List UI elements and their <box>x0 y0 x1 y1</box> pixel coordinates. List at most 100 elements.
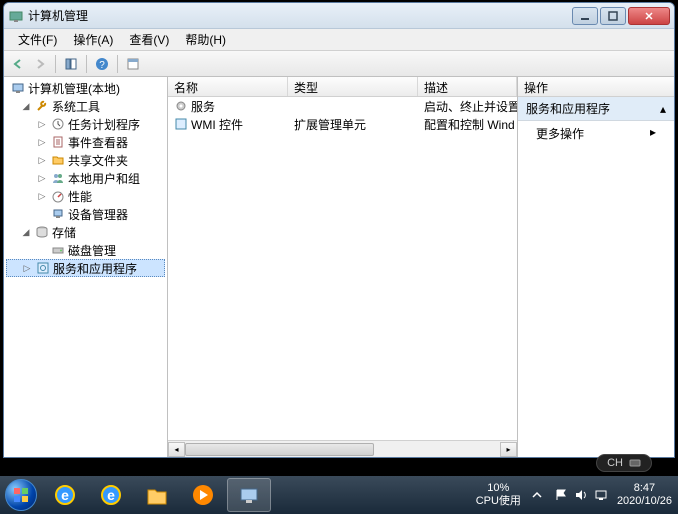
expand-icon[interactable]: ▷ <box>21 263 33 274</box>
clock-icon <box>50 116 66 132</box>
tree-label: 性能 <box>68 188 92 205</box>
tree-label: 服务和应用程序 <box>53 260 137 277</box>
tray-expand-icon[interactable] <box>529 487 545 503</box>
list-row[interactable]: 服务 启动、终止并设置 <box>168 97 517 115</box>
actions-more[interactable]: 更多操作 ▸ <box>518 121 674 146</box>
actions-section[interactable]: 服务和应用程序 ▴ <box>518 97 674 121</box>
gear-icon <box>174 99 188 113</box>
menu-view[interactable]: 查看(V) <box>121 29 177 50</box>
tree-label: 计算机管理(本地) <box>28 80 120 97</box>
cell-name: WMI 控件 <box>191 116 243 133</box>
taskbar-ie-icon[interactable]: e <box>43 478 87 512</box>
actions-header: 操作 <box>518 77 674 97</box>
start-button[interactable] <box>0 476 42 514</box>
tree-panel: 计算机管理(本地) ◢ 系统工具 ▷ 任务计划程序 ▷ 事件查看器 ▷ 共享文件… <box>4 77 168 457</box>
taskbar-mmc-icon[interactable] <box>227 478 271 512</box>
view-button[interactable] <box>123 54 143 74</box>
list-body: 服务 启动、终止并设置 WMI 控件 扩展管理单元 配置和控制 Wind <box>168 97 517 440</box>
tree-event-viewer[interactable]: ▷ 事件查看器 <box>6 133 165 151</box>
collapse-icon[interactable]: ◢ <box>20 227 32 238</box>
minimize-button[interactable] <box>572 7 598 25</box>
windows-logo-icon <box>5 479 37 511</box>
content-area: 计算机管理(本地) ◢ 系统工具 ▷ 任务计划程序 ▷ 事件查看器 ▷ 共享文件… <box>4 77 674 457</box>
column-name[interactable]: 名称 <box>168 77 288 96</box>
tools-icon <box>34 98 50 114</box>
tree-task-scheduler[interactable]: ▷ 任务计划程序 <box>6 115 165 133</box>
scroll-track[interactable] <box>185 442 500 457</box>
forward-button[interactable] <box>30 54 50 74</box>
computer-management-window: 计算机管理 文件(F) 操作(A) 查看(V) 帮助(H) ? 计算机管理(本地… <box>3 2 675 458</box>
language-indicator[interactable]: CH <box>596 454 652 472</box>
scroll-right-button[interactable]: ▸ <box>500 442 517 457</box>
tree-label: 磁盘管理 <box>68 242 116 259</box>
menu-file[interactable]: 文件(F) <box>10 29 65 50</box>
titlebar: 计算机管理 <box>4 3 674 29</box>
list-panel: 名称 类型 描述 服务 启动、终止并设置 WMI 控件 <box>168 77 518 457</box>
storage-icon <box>34 224 50 240</box>
flag-icon[interactable] <box>553 487 569 503</box>
disk-icon <box>50 242 66 258</box>
expand-icon[interactable]: ▷ <box>36 119 48 130</box>
toolbar: ? <box>4 51 674 77</box>
scroll-left-button[interactable]: ◂ <box>168 442 185 457</box>
taskbar: e e 10% CPU使用 8:47 2020/10/26 <box>0 476 678 514</box>
expand-icon[interactable]: ▷ <box>36 155 48 166</box>
horizontal-scrollbar[interactable]: ◂ ▸ <box>168 440 517 457</box>
actions-section-label: 服务和应用程序 <box>526 100 610 117</box>
expand-icon[interactable]: ▷ <box>36 137 48 148</box>
menubar: 文件(F) 操作(A) 查看(V) 帮助(H) <box>4 29 674 51</box>
tree-storage[interactable]: ◢ 存储 <box>6 223 165 241</box>
expand-icon[interactable]: ▷ <box>36 173 48 184</box>
toolbar-separator <box>117 55 118 73</box>
tree-device-manager[interactable]: 设备管理器 <box>6 205 165 223</box>
back-button[interactable] <box>8 54 28 74</box>
close-button[interactable] <box>628 7 670 25</box>
list-header: 名称 类型 描述 <box>168 77 517 97</box>
keyboard-icon <box>629 457 641 469</box>
column-type[interactable]: 类型 <box>288 77 418 96</box>
tree-label: 本地用户和组 <box>68 170 140 187</box>
tree-root[interactable]: 计算机管理(本地) <box>6 79 165 97</box>
network-icon[interactable] <box>593 487 609 503</box>
collapse-icon[interactable]: ◢ <box>20 101 32 112</box>
maximize-button[interactable] <box>600 7 626 25</box>
svg-text:e: e <box>107 487 115 503</box>
computer-icon <box>10 80 26 96</box>
scroll-thumb[interactable] <box>185 443 374 456</box>
tree-system-tools[interactable]: ◢ 系统工具 <box>6 97 165 115</box>
device-icon <box>50 206 66 222</box>
speaker-icon[interactable] <box>573 487 589 503</box>
svg-text:?: ? <box>99 60 105 71</box>
cpu-meter[interactable]: 10% CPU使用 <box>476 482 521 508</box>
tree-performance[interactable]: ▷ 性能 <box>6 187 165 205</box>
toolbar-separator <box>86 55 87 73</box>
wmi-icon <box>174 117 188 131</box>
taskbar-media-icon[interactable] <box>181 478 225 512</box>
clock[interactable]: 8:47 2020/10/26 <box>617 482 672 508</box>
tree-shared-folders[interactable]: ▷ 共享文件夹 <box>6 151 165 169</box>
window-title: 计算机管理 <box>28 7 572 24</box>
cell-desc: 启动、终止并设置 <box>424 98 517 115</box>
help-button[interactable]: ? <box>92 54 112 74</box>
tree-label: 存储 <box>52 224 76 241</box>
tree-label: 系统工具 <box>52 98 100 115</box>
tree-disk-management[interactable]: 磁盘管理 <box>6 241 165 259</box>
tree-label: 共享文件夹 <box>68 152 128 169</box>
column-desc[interactable]: 描述 <box>418 77 517 96</box>
toolbar-separator <box>55 55 56 73</box>
taskbar-explorer-icon[interactable] <box>135 478 179 512</box>
cell-name: 服务 <box>191 98 215 115</box>
svg-text:e: e <box>61 487 69 503</box>
expand-icon[interactable]: ▷ <box>36 191 48 202</box>
window-controls <box>572 7 670 25</box>
tree-local-users[interactable]: ▷ 本地用户和组 <box>6 169 165 187</box>
taskbar-ie-icon[interactable]: e <box>89 478 133 512</box>
collapse-icon: ▴ <box>660 102 666 116</box>
show-hide-tree-button[interactable] <box>61 54 81 74</box>
menu-action[interactable]: 操作(A) <box>65 29 121 50</box>
system-tray: 10% CPU使用 8:47 2020/10/26 <box>476 482 678 508</box>
list-row[interactable]: WMI 控件 扩展管理单元 配置和控制 Wind <box>168 115 517 133</box>
menu-help[interactable]: 帮助(H) <box>177 29 234 50</box>
time: 8:47 <box>634 482 655 495</box>
tree-services-apps[interactable]: ▷ 服务和应用程序 <box>6 259 165 277</box>
